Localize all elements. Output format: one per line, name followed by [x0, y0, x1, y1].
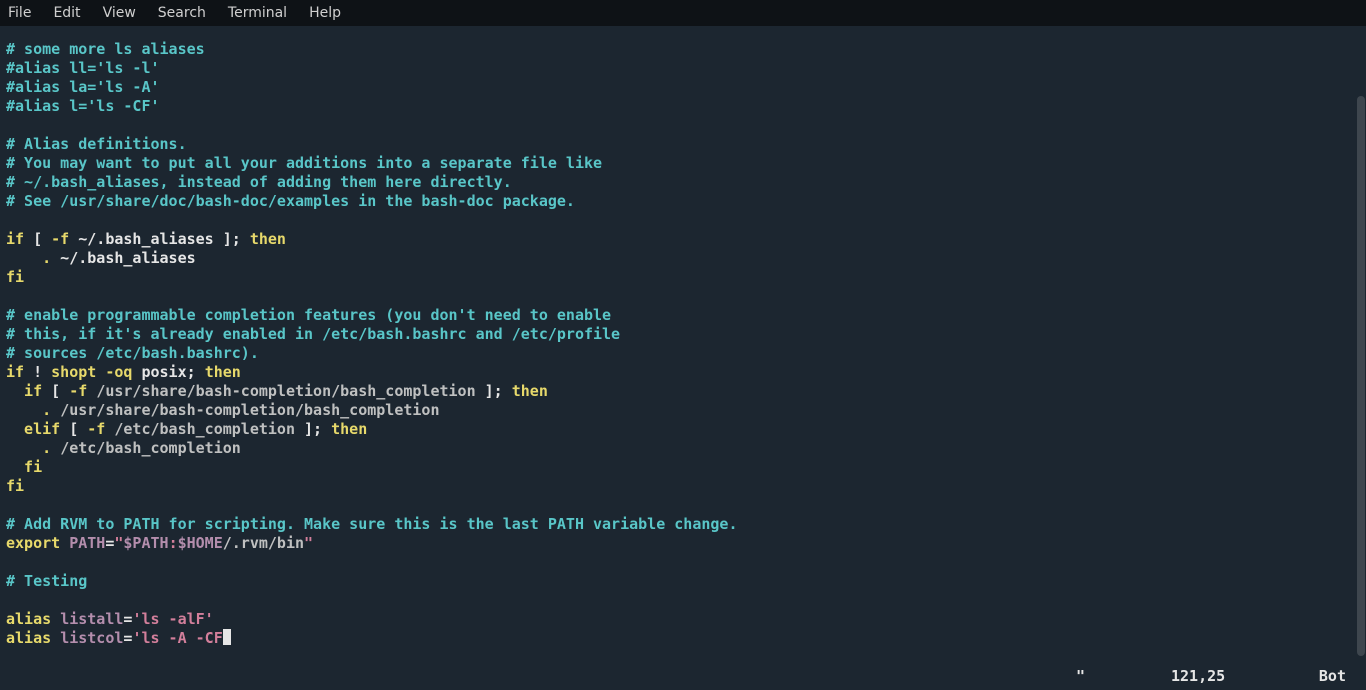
code-line: export PATH="$PATH:$HOME/.rvm/bin" [6, 534, 313, 552]
menu-terminal[interactable]: Terminal [228, 5, 287, 21]
code-line: # this, if it's already enabled in /etc/… [6, 325, 620, 343]
scrollbar-thumb[interactable] [1357, 96, 1365, 656]
code-line: # sources /etc/bash.bashrc). [6, 344, 259, 362]
terminal-area[interactable]: # some more ls aliases #alias ll='ls -l'… [0, 26, 1366, 690]
code-line: elif [ -f /etc/bash_completion ]; then [6, 420, 367, 438]
menu-file[interactable]: File [8, 5, 31, 21]
code-line: . /usr/share/bash-completion/bash_comple… [6, 401, 439, 419]
code-line: #alias ll='ls -l' [6, 59, 160, 77]
menu-view[interactable]: View [103, 5, 136, 21]
code-line: if [ -f ~/.bash_aliases ]; then [6, 230, 286, 248]
menubar: File Edit View Search Terminal Help [0, 0, 1366, 26]
vim-status-line: " 121,25 Bot [6, 667, 1352, 686]
code-line: # Testing [6, 572, 87, 590]
code-line: # You may want to put all your additions… [6, 154, 602, 172]
code-line: # enable programmable completion feature… [6, 306, 611, 324]
code-line: . /etc/bash_completion [6, 439, 241, 457]
menu-search[interactable]: Search [158, 5, 206, 21]
code-line: # ~/.bash_aliases, instead of adding the… [6, 173, 512, 191]
code-line: # Add RVM to PATH for scripting. Make su… [6, 515, 738, 533]
code-line: alias listcol='ls -A -CF [6, 629, 231, 647]
editor-content[interactable]: # some more ls aliases #alias ll='ls -l'… [0, 26, 1366, 648]
code-line: . ~/.bash_aliases [6, 249, 196, 267]
code-line: #alias l='ls -CF' [6, 97, 160, 115]
menu-help[interactable]: Help [309, 5, 341, 21]
status-quote: " [1076, 667, 1085, 685]
code-line: fi [6, 477, 24, 495]
menu-edit[interactable]: Edit [53, 5, 80, 21]
code-line: fi [6, 458, 42, 476]
code-line: if [ -f /usr/share/bash-completion/bash_… [6, 382, 548, 400]
code-line: if ! shopt -oq posix; then [6, 363, 241, 381]
code-line: # See /usr/share/doc/bash-doc/examples i… [6, 192, 575, 210]
cursor-icon [223, 629, 231, 645]
code-line: fi [6, 268, 24, 286]
status-scroll: Bot [1319, 667, 1346, 685]
code-line: # Alias definitions. [6, 135, 187, 153]
status-position: 121,25 [1171, 667, 1225, 685]
code-line: # some more ls aliases [6, 40, 205, 58]
code-line: alias listall='ls -alF' [6, 610, 214, 628]
scrollbar[interactable] [1356, 26, 1366, 690]
code-line: #alias la='ls -A' [6, 78, 160, 96]
